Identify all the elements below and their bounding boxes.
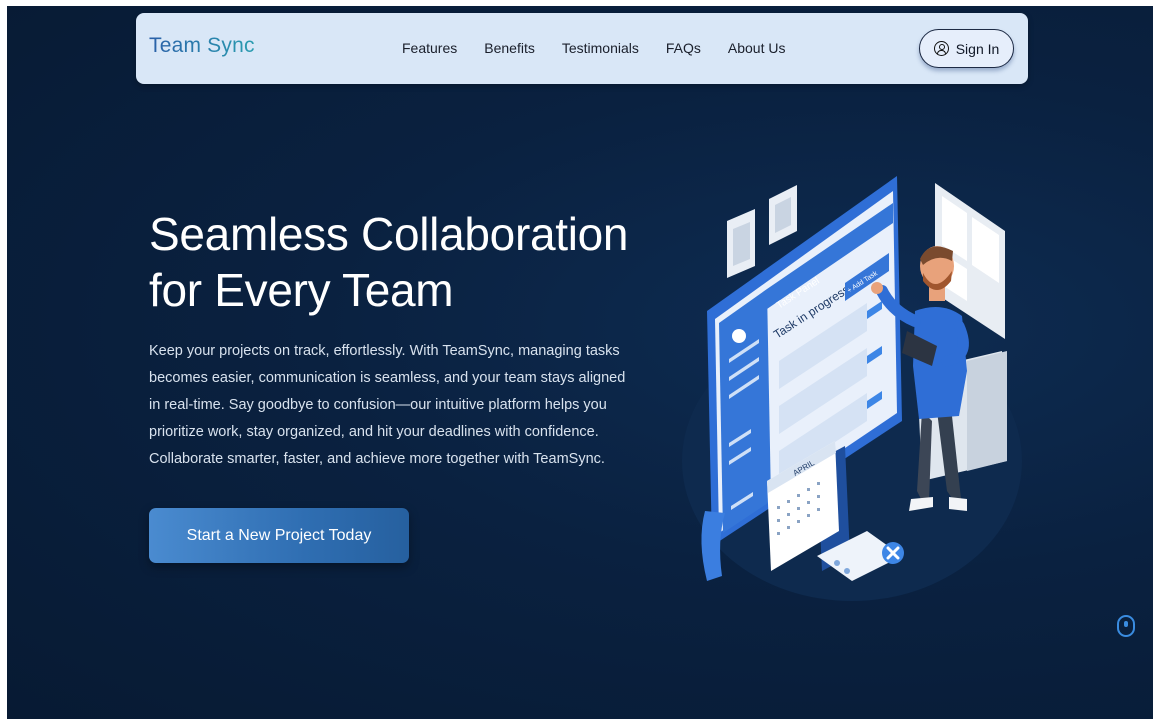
team-collaboration-illustration: Task Panel Task in progress + Add Task A… — [682, 176, 1022, 601]
nav-link-benefits[interactable]: Benefits — [484, 40, 535, 56]
nav-link-features[interactable]: Features — [402, 40, 457, 56]
start-project-button[interactable]: Start a New Project Today — [149, 508, 409, 563]
user-circle-icon — [933, 41, 949, 56]
hero-title-line2: for Every Team — [149, 264, 454, 316]
navbar: Team Sync Features Benefits Testimonials… — [136, 13, 1028, 84]
brand-logo[interactable]: Team Sync — [149, 34, 255, 58]
sign-in-button[interactable]: Sign In — [919, 29, 1014, 68]
hero-title: Seamless Collaboration for Every Team — [149, 206, 669, 318]
page-frame: Team Sync Features Benefits Testimonials… — [7, 6, 1153, 719]
nav-link-testimonials[interactable]: Testimonials — [562, 40, 639, 56]
hero-title-line1: Seamless Collaboration — [149, 208, 629, 260]
nav-link-about-us[interactable]: About Us — [728, 40, 786, 56]
nav-link-faqs[interactable]: FAQs — [666, 40, 701, 56]
hero-description: Keep your projects on track, effortlessl… — [149, 343, 626, 467]
sign-in-label: Sign In — [955, 40, 1000, 57]
scroll-mouse-icon[interactable] — [1117, 615, 1135, 637]
nav-links: Features Benefits Testimonials FAQs Abou… — [402, 40, 785, 56]
